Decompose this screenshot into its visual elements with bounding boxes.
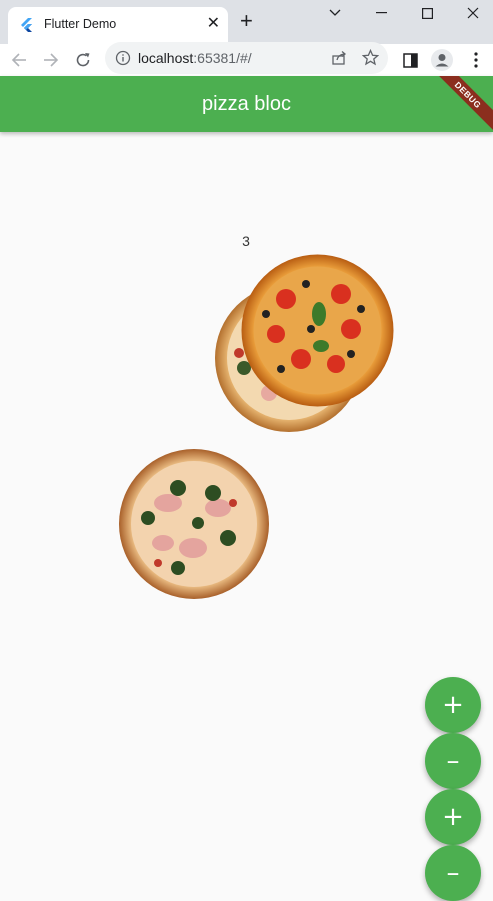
reload-icon[interactable] [72, 49, 94, 71]
pizza-image-spinach [119, 449, 269, 599]
flutter-icon [21, 18, 32, 32]
browser-tab[interactable]: Flutter Demo ✕ [8, 7, 228, 44]
share-icon[interactable] [331, 50, 347, 66]
increment-button-2[interactable]: + [425, 789, 481, 845]
pizza-image-front [241, 254, 394, 407]
browser-toolbar: localhost:65381/#/ [0, 42, 493, 76]
app-title: pizza bloc [202, 93, 291, 115]
forward-icon[interactable] [40, 49, 62, 71]
plus-icon: + [442, 802, 464, 832]
chevron-down-icon[interactable] [312, 0, 358, 26]
back-icon[interactable] [8, 49, 30, 71]
browser-tab-strip: Flutter Demo ✕ + [0, 0, 493, 44]
side-panel-icon[interactable] [399, 49, 421, 71]
maximize-icon[interactable] [404, 0, 450, 26]
minimize-icon[interactable] [358, 0, 404, 26]
close-window-icon[interactable] [450, 0, 493, 26]
address-bar[interactable]: localhost:65381/#/ [105, 42, 388, 74]
decrement-button-1[interactable]: – [425, 733, 481, 789]
tab-close-icon[interactable]: ✕ [207, 16, 220, 32]
minus-icon: – [446, 858, 460, 888]
plus-icon: + [442, 690, 464, 720]
decrement-button-2[interactable]: – [425, 845, 481, 901]
bookmark-star-icon[interactable] [362, 49, 379, 66]
minus-icon: – [446, 746, 460, 776]
profile-avatar-icon[interactable] [431, 49, 453, 71]
increment-button-1[interactable]: + [425, 677, 481, 733]
menu-dots-icon[interactable] [465, 49, 487, 71]
app-bar: pizza bloc DEBUG [0, 76, 493, 132]
pizza-counter: 3 [242, 233, 250, 249]
info-icon[interactable] [115, 50, 131, 66]
new-tab-icon[interactable]: + [240, 10, 253, 32]
url-text: localhost:65381/#/ [138, 50, 252, 66]
tab-title: Flutter Demo [44, 17, 117, 31]
